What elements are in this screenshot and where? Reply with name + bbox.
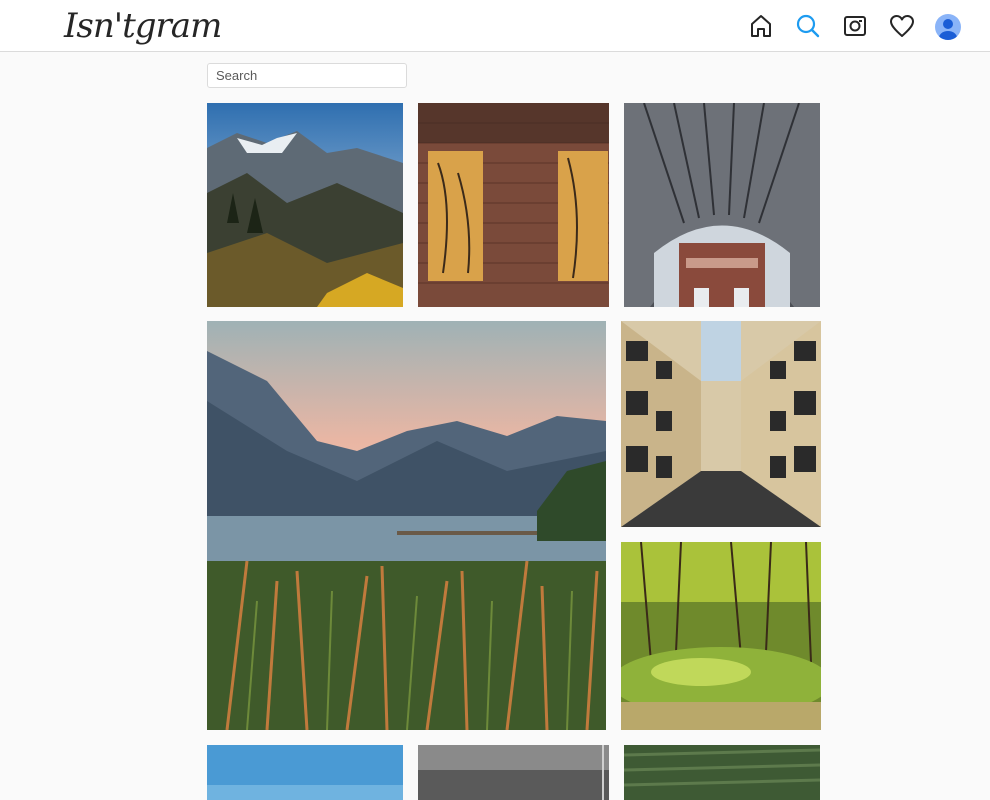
photo-blue-sky[interactable] <box>207 745 403 800</box>
heart-icon[interactable] <box>888 12 916 40</box>
search-icon[interactable] <box>794 12 822 40</box>
photo-forest-moss[interactable] <box>621 542 821 730</box>
photo-city-street-balconies[interactable] <box>621 321 821 527</box>
photo-gray-scene[interactable] <box>418 745 609 800</box>
photo-mountain-hikers[interactable] <box>207 103 403 307</box>
camera-icon[interactable] <box>841 12 869 40</box>
photo-brick-windows[interactable] <box>418 103 609 307</box>
top-navigation-bar: Isn'tgram <box>0 0 990 52</box>
avatar[interactable] <box>935 14 961 40</box>
photo-green-field[interactable] <box>624 745 820 800</box>
search-input[interactable] <box>207 63 407 88</box>
app-logo[interactable]: Isn'tgram <box>64 2 222 50</box>
photo-station-roof[interactable] <box>624 103 820 307</box>
home-icon[interactable] <box>747 12 775 40</box>
photo-lake-reeds[interactable] <box>207 321 606 730</box>
